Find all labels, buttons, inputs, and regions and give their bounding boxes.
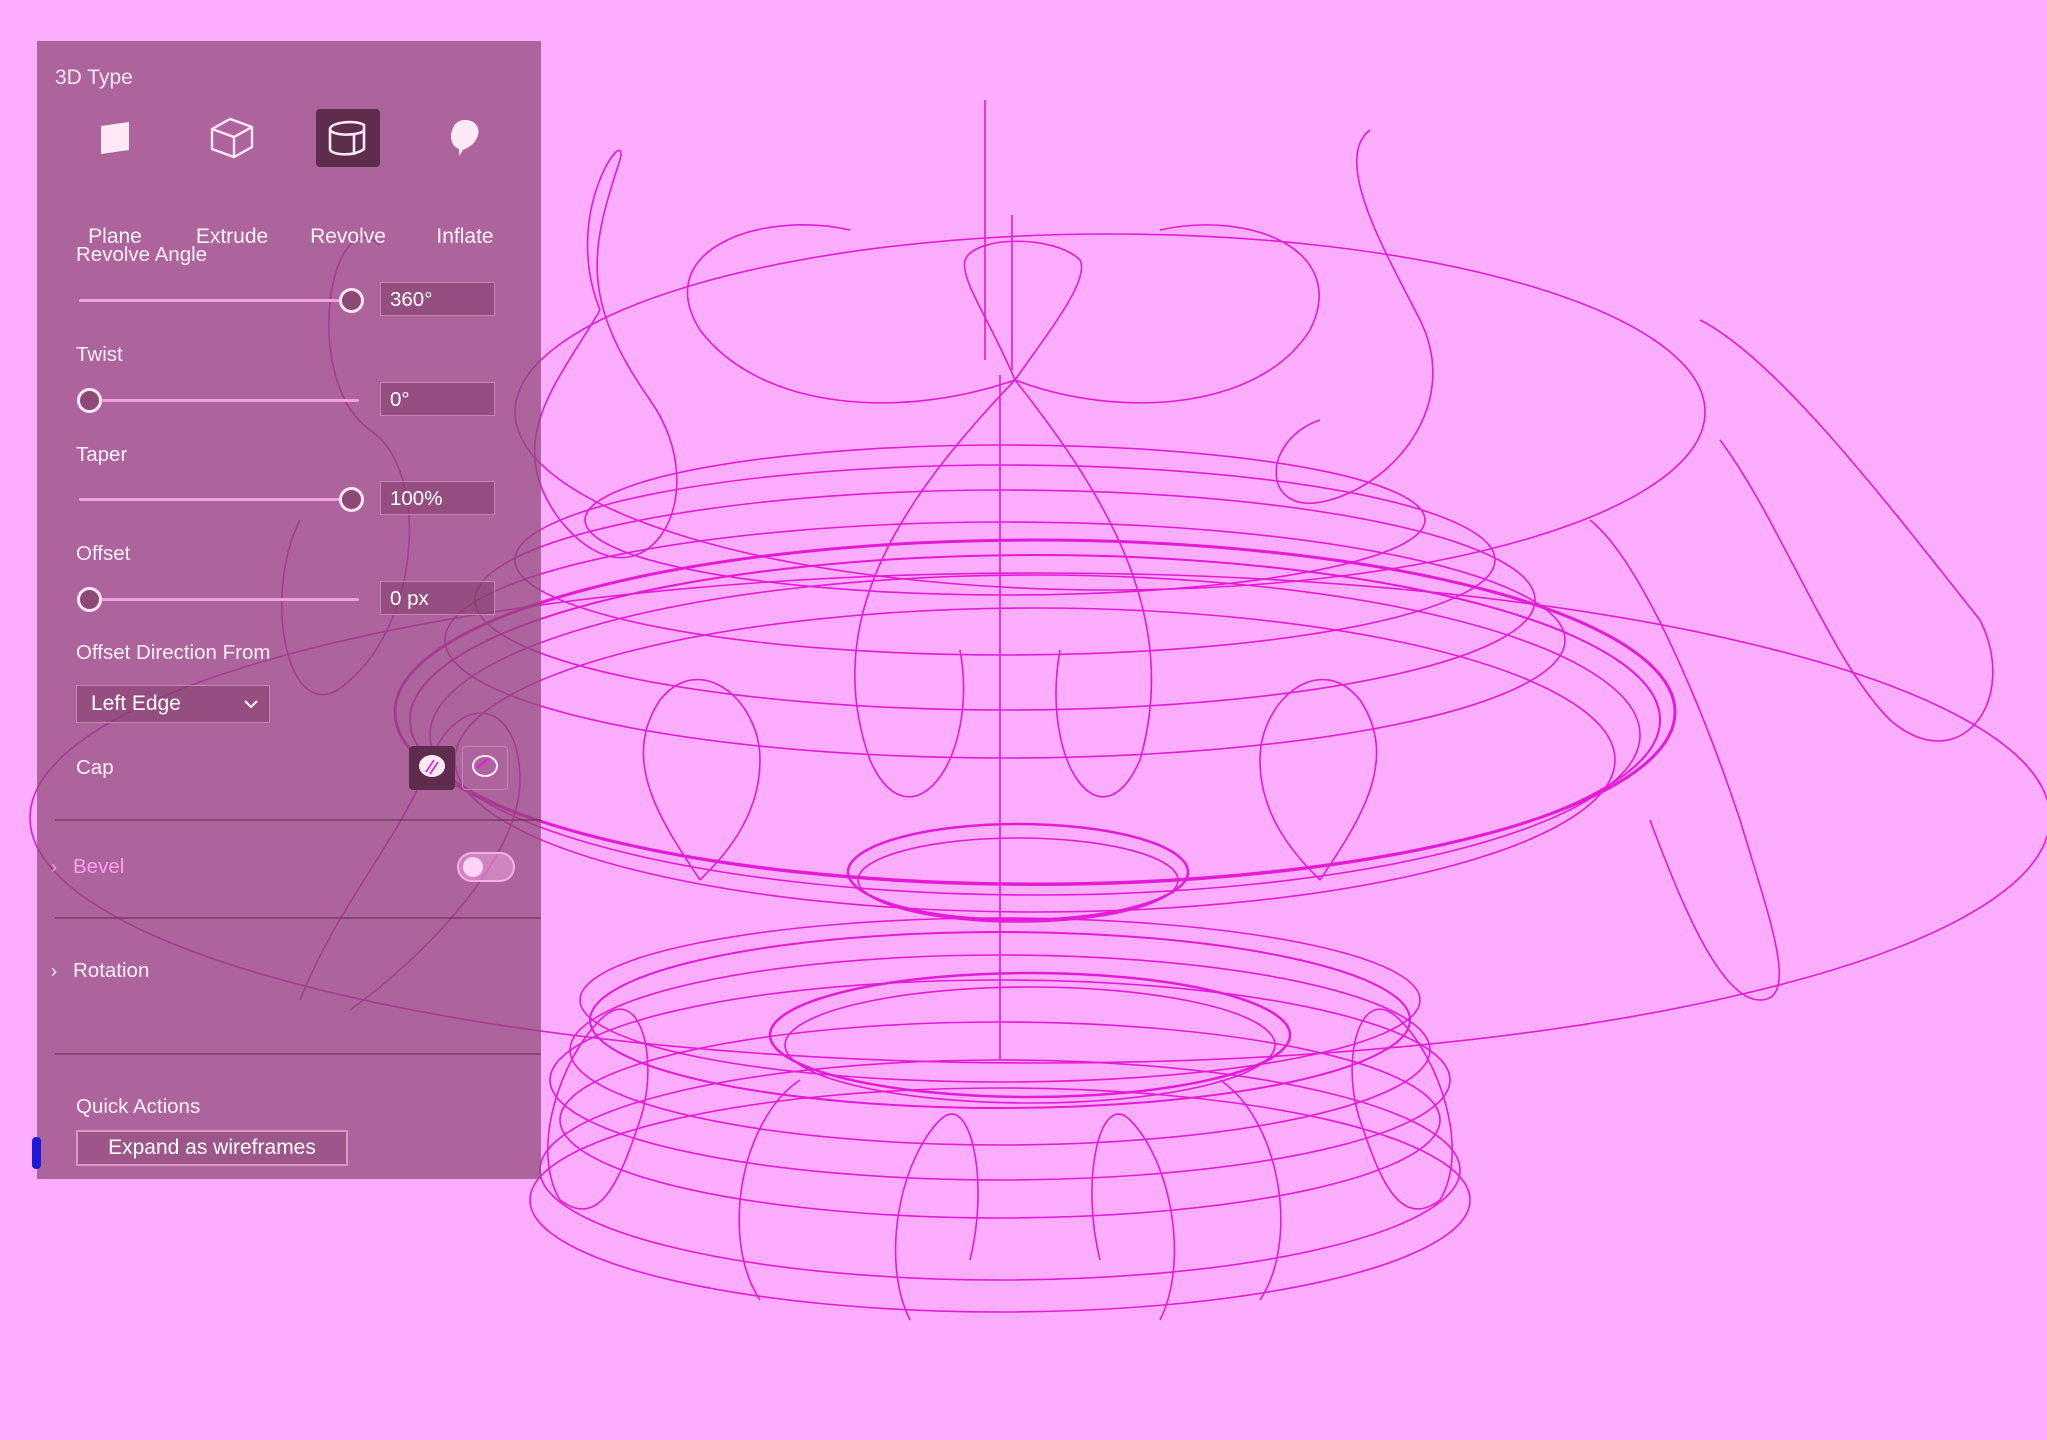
outer-ring	[514, 233, 1706, 591]
type-revolve-label: Revolve	[310, 225, 386, 248]
type-plane-button[interactable]: Plane	[69, 109, 161, 248]
panel-title: 3D Type	[55, 66, 133, 89]
toggle-knob	[463, 857, 483, 877]
3d-type-selector: Plane Extrude Revolve Inflate	[69, 109, 529, 248]
chevron-right-icon: ›	[51, 857, 57, 877]
plane-icon	[83, 109, 147, 167]
offset-input[interactable]: 0 px	[380, 581, 495, 615]
revolve-angle-label: Revolve Angle	[76, 243, 208, 266]
type-revolve-button[interactable]: Revolve	[302, 109, 394, 248]
twist-input[interactable]: 0°	[380, 382, 495, 416]
bevel-disclosure[interactable]: › Bevel	[51, 855, 124, 879]
revolve-icon	[316, 109, 380, 167]
revolve-angle-input[interactable]: 360°	[380, 282, 495, 316]
chevron-down-icon	[243, 687, 259, 733]
divider	[55, 1053, 541, 1055]
offset-direction-dropdown[interactable]: Left Edge	[76, 685, 270, 723]
expand-as-wireframes-button[interactable]: Expand as wireframes	[76, 1130, 348, 1166]
revolve-angle-thumb[interactable]	[339, 288, 364, 313]
offset-thumb[interactable]	[77, 587, 102, 612]
type-extrude-button[interactable]: Extrude	[186, 109, 278, 248]
type-inflate-button[interactable]: Inflate	[419, 109, 511, 248]
taper-input[interactable]: 100%	[380, 481, 495, 515]
twist-slider[interactable]	[79, 399, 359, 402]
cap-label: Cap	[76, 756, 114, 779]
offset-slider[interactable]	[79, 598, 359, 601]
offset-direction-value: Left Edge	[91, 692, 181, 715]
rotation-label: Rotation	[73, 959, 150, 982]
3d-properties-panel: 3D Type Plane Extrude Revolve Inflate Re…	[37, 41, 541, 1179]
chevron-right-icon: ›	[51, 961, 57, 981]
taper-slider[interactable]	[79, 498, 359, 501]
offset-direction-label: Offset Direction From	[76, 641, 271, 664]
inflate-icon	[433, 109, 497, 167]
extrude-icon	[200, 109, 264, 167]
bevel-label: Bevel	[73, 855, 125, 878]
twist-thumb[interactable]	[77, 388, 102, 413]
cap-off-button[interactable]	[462, 746, 508, 790]
taper-label: Taper	[76, 443, 128, 466]
divider	[55, 819, 541, 821]
divider	[55, 917, 541, 919]
focus-indicator	[32, 1137, 41, 1169]
offset-label: Offset	[76, 542, 131, 565]
quick-actions-label: Quick Actions	[76, 1095, 201, 1118]
rotation-disclosure[interactable]: › Rotation	[51, 959, 149, 983]
taper-thumb[interactable]	[339, 487, 364, 512]
cap-on-button[interactable]	[409, 746, 455, 790]
type-inflate-label: Inflate	[436, 225, 494, 248]
bevel-toggle[interactable]	[457, 852, 515, 882]
cap-on-icon	[416, 750, 448, 787]
cap-off-icon	[469, 750, 501, 787]
main-ring	[393, 538, 1677, 886]
revolve-angle-slider[interactable]	[79, 299, 359, 302]
twist-label: Twist	[76, 343, 123, 366]
